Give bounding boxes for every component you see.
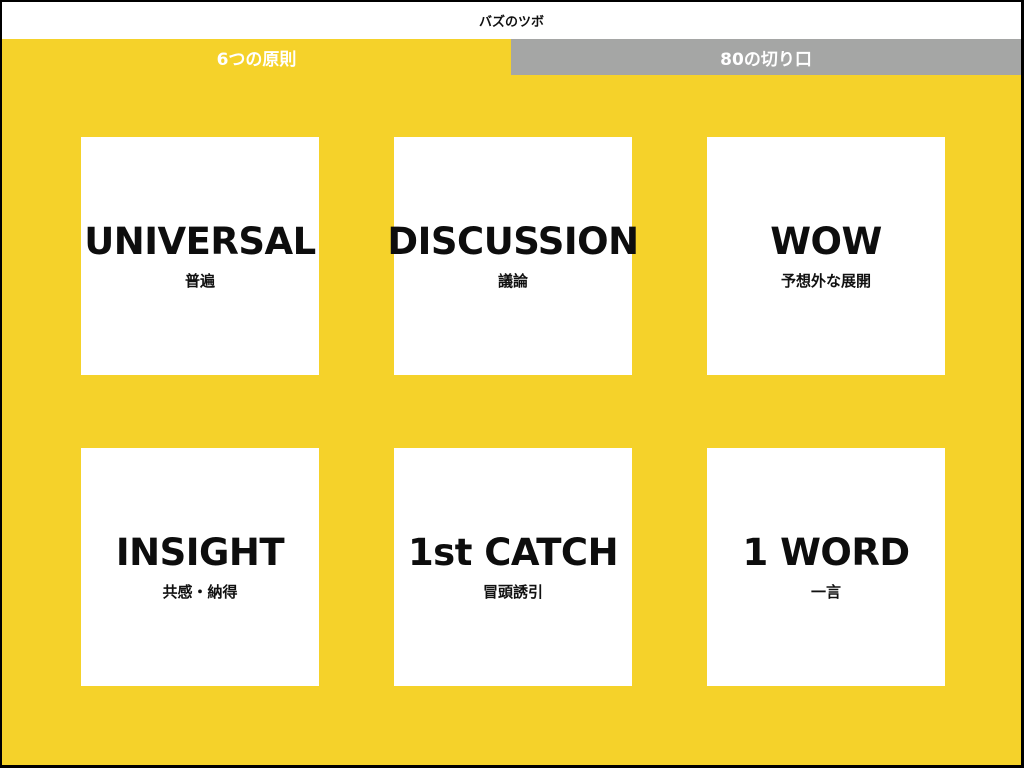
tab-bar: 6つの原則 80の切り口: [2, 39, 1021, 75]
card-title: INSIGHT: [115, 531, 285, 574]
card-subtitle: 議論: [497, 272, 528, 290]
card-insight[interactable]: INSIGHT 共感・納得: [81, 448, 319, 686]
card-discussion[interactable]: DISCUSSION 議論: [387, 137, 639, 375]
card-wow[interactable]: WOW 予想外な展開: [707, 137, 945, 375]
card-subtitle: 共感・納得: [162, 583, 238, 601]
card-title: 1st CATCH: [407, 531, 619, 574]
tab-principles[interactable]: 6つの原則: [2, 39, 511, 75]
card-universal[interactable]: UNIVERSAL 普遍: [81, 137, 319, 375]
card-subtitle: 一言: [810, 583, 841, 601]
card-1-word[interactable]: 1 WORD 一言: [707, 448, 945, 686]
app-window: バズのツボ 6つの原則 80の切り口 UNIVERSAL 普遍 DISCUSSI…: [2, 2, 1021, 765]
card-title: 1 WORD: [742, 531, 910, 574]
card-title: DISCUSSION: [387, 220, 639, 263]
card-subtitle: 普遍: [184, 272, 215, 290]
card-title: UNIVERSAL: [84, 220, 316, 263]
card-1st-catch[interactable]: 1st CATCH 冒頭誘引: [394, 448, 632, 686]
card-title: WOW: [770, 220, 882, 263]
tab-angles[interactable]: 80の切り口: [511, 39, 1021, 75]
card-subtitle: 冒頭誘引: [482, 583, 543, 601]
card-subtitle: 予想外な展開: [780, 272, 871, 290]
page-title: バズのツボ: [478, 15, 544, 30]
title-bar: バズのツボ: [2, 2, 1021, 39]
